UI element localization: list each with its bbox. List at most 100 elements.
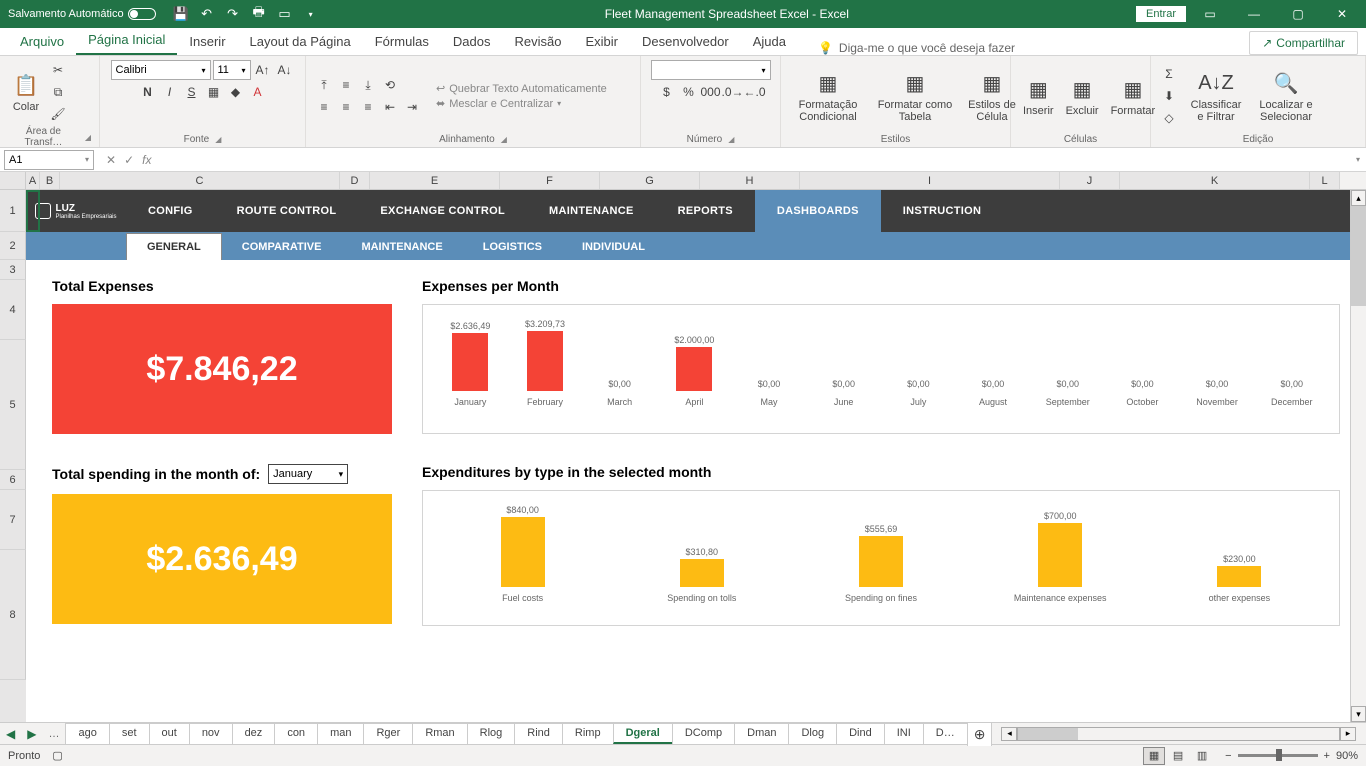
nav-instruction[interactable]: INSTRUCTION [881, 190, 1003, 232]
merge-center-button[interactable]: ⬌Mesclar e Centralizar▾ [436, 97, 607, 110]
nav-exchange-control[interactable]: EXCHANGE CONTROL [358, 190, 527, 232]
borders-icon[interactable]: ▦ [204, 82, 224, 102]
align-middle-icon[interactable]: ≡ [336, 75, 356, 95]
insert-cells-button[interactable]: ▦Inserir [1019, 73, 1058, 119]
col-header[interactable]: A [26, 172, 40, 189]
sheet-tab-dez[interactable]: dez [232, 723, 276, 744]
align-bottom-icon[interactable]: ⤓ [358, 75, 378, 95]
col-header[interactable]: K [1120, 172, 1310, 189]
col-header[interactable]: C [60, 172, 340, 189]
subtab-comparative[interactable]: COMPARATIVE [222, 234, 342, 260]
orientation-icon[interactable]: ⟲ [380, 75, 400, 95]
font-size-combo[interactable]: 11▾ [213, 60, 251, 80]
scroll-thumb[interactable] [1351, 206, 1366, 306]
ribbon-tab-inserir[interactable]: Inserir [177, 28, 237, 55]
align-center-icon[interactable]: ≡ [336, 97, 356, 117]
autosave-toggle[interactable] [128, 8, 156, 20]
normal-view-icon[interactable]: ▦ [1143, 747, 1165, 765]
sheet-tab-ini[interactable]: INI [884, 723, 924, 744]
sheet-tab-rger[interactable]: Rger [363, 723, 413, 744]
cut-icon[interactable]: ✂ [48, 60, 68, 80]
page-break-view-icon[interactable]: ▥ [1191, 747, 1213, 765]
sheet-tab-rlog[interactable]: Rlog [467, 723, 516, 744]
sheet-tab-man[interactable]: man [317, 723, 364, 744]
subtab-maintenance[interactable]: MAINTENANCE [341, 234, 462, 260]
find-select-button[interactable]: 🔍Localizar e Selecionar [1253, 67, 1319, 125]
accounting-icon[interactable]: $ [657, 82, 677, 102]
row-header[interactable]: 1 [0, 190, 26, 232]
autosum-icon[interactable]: Σ [1159, 64, 1179, 84]
italic-button[interactable]: I [160, 82, 180, 102]
macro-record-icon[interactable]: ▢ [52, 749, 62, 762]
decrease-decimal-icon[interactable]: ←.0 [745, 82, 765, 102]
sheet-tab-rman[interactable]: Rman [412, 723, 467, 744]
align-left-icon[interactable]: ≡ [314, 97, 334, 117]
col-header[interactable]: J [1060, 172, 1120, 189]
copy-icon[interactable]: ⧉ [48, 82, 68, 102]
row-header[interactable]: 6 [0, 470, 26, 490]
scroll-up-icon[interactable]: ▴ [1351, 190, 1366, 206]
quickprint-icon[interactable]: 🖶 [252, 7, 266, 21]
nav-dashboards[interactable]: DASHBOARDS [755, 190, 881, 232]
sheet-tab-dlog[interactable]: Dlog [788, 723, 837, 744]
ribbon-tab-exibir[interactable]: Exibir [573, 28, 630, 55]
col-header[interactable]: I [800, 172, 1060, 189]
touch-icon[interactable]: ▭ [278, 7, 292, 21]
signin-button[interactable]: Entrar [1136, 6, 1186, 22]
subtab-logistics[interactable]: LOGISTICS [463, 234, 562, 260]
ribbon-tab-ajuda[interactable]: Ajuda [741, 28, 798, 55]
ribbon-tab-página-inicial[interactable]: Página Inicial [76, 26, 177, 55]
sort-filter-button[interactable]: A↓ZClassificar e Filtrar [1183, 67, 1249, 125]
sheet-tab-ago[interactable]: ago [65, 723, 109, 744]
row-header[interactable]: 5 [0, 340, 26, 470]
sheet-nav-next[interactable]: ▶ [21, 727, 42, 741]
scroll-down-icon[interactable]: ▾ [1351, 706, 1366, 722]
hscroll-left-icon[interactable]: ◂ [1001, 727, 1017, 741]
sheet-tab-out[interactable]: out [149, 723, 190, 744]
format-painter-icon[interactable]: 🖌 [48, 104, 68, 124]
nav-maintenance[interactable]: MAINTENANCE [527, 190, 656, 232]
percent-icon[interactable]: % [679, 82, 699, 102]
underline-button[interactable]: S [182, 82, 202, 102]
zoom-out-button[interactable]: − [1225, 750, 1231, 762]
clear-icon[interactable]: ◇ [1159, 108, 1179, 128]
bold-button[interactable]: N [138, 82, 158, 102]
month-select[interactable]: January▾ [268, 464, 348, 484]
add-sheet-button[interactable]: ⊕ [967, 722, 993, 746]
sheet-nav-more[interactable]: … [42, 728, 65, 740]
sheet-tab-dman[interactable]: Dman [734, 723, 789, 744]
sheet-tab-dgeral[interactable]: Dgeral [613, 723, 673, 744]
row-header[interactable]: 7 [0, 490, 26, 550]
nav-config[interactable]: CONFIG [126, 190, 215, 232]
col-header[interactable]: F [500, 172, 600, 189]
font-name-combo[interactable]: Calibri▾ [111, 60, 211, 80]
col-header[interactable]: D [340, 172, 370, 189]
horizontal-scrollbar[interactable]: ◂ ▸ [1001, 727, 1356, 741]
increase-decimal-icon[interactable]: .0→ [723, 82, 743, 102]
qat-dropdown-icon[interactable]: ▾ [304, 7, 318, 21]
fill-color-icon[interactable]: ◆ [226, 82, 246, 102]
sheet-tab-con[interactable]: con [274, 723, 318, 744]
sheet-tab-set[interactable]: set [109, 723, 150, 744]
ribbon-tab-revisão[interactable]: Revisão [503, 28, 574, 55]
ribbon-tab-desenvolvedor[interactable]: Desenvolvedor [630, 28, 741, 55]
share-button[interactable]: ↗ Compartilhar [1249, 31, 1358, 55]
dialog-launcher-icon[interactable]: ◢ [728, 135, 734, 144]
sheet-tab-dcomp[interactable]: DComp [672, 723, 735, 744]
subtab-general[interactable]: GENERAL [126, 233, 222, 260]
sheet-tab-dind[interactable]: Dind [836, 723, 885, 744]
subtab-individual[interactable]: INDIVIDUAL [562, 234, 665, 260]
row-header[interactable]: 4 [0, 280, 26, 340]
dialog-launcher-icon[interactable]: ◢ [501, 135, 507, 144]
ribbon-tab-arquivo[interactable]: Arquivo [8, 28, 76, 55]
paste-button[interactable]: 📋 Colar [8, 69, 44, 115]
delete-cells-button[interactable]: ▦Excluir [1062, 73, 1103, 119]
close-icon[interactable]: ✕ [1322, 0, 1362, 28]
tellme-input[interactable]: Diga-me o que você deseja fazer [839, 41, 1015, 55]
page-layout-view-icon[interactable]: ▤ [1167, 747, 1189, 765]
increase-font-icon[interactable]: A↑ [253, 60, 273, 80]
hscroll-right-icon[interactable]: ▸ [1340, 727, 1356, 741]
minimize-icon[interactable]: — [1234, 0, 1274, 28]
hscroll-thumb[interactable] [1018, 728, 1078, 740]
select-all-corner[interactable] [0, 172, 26, 189]
